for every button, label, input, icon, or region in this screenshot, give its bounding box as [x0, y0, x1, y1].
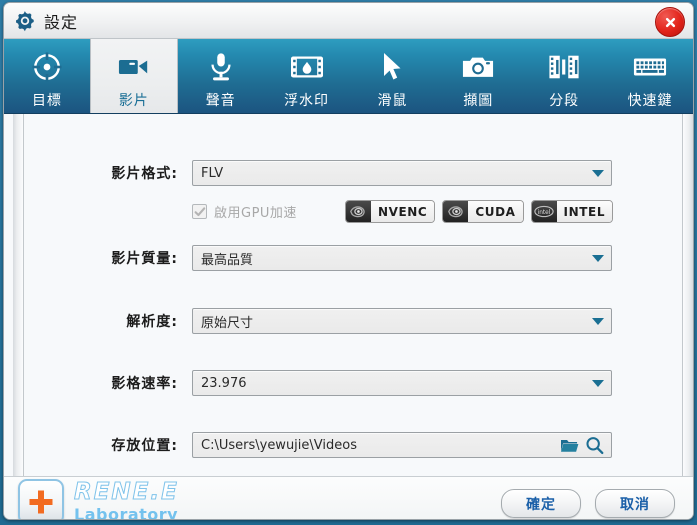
tab-segment[interactable]: 分段 [521, 39, 607, 113]
film-split-icon [548, 50, 580, 84]
cancel-button[interactable]: 取消 [595, 489, 675, 518]
svg-text:intel: intel [538, 210, 551, 216]
badge-intel: intel INTEL [530, 200, 614, 223]
dialog-buttons: 確定 取消 [501, 489, 675, 518]
video-format-label: 影片格式: [111, 166, 178, 182]
badge-label: NVENC [370, 201, 435, 222]
resolution-row: 解析度: 原始尺寸 [27, 308, 679, 334]
tab-label: 滑鼠 [377, 93, 408, 109]
save-location-value: C:\Users\yewujie\Videos [201, 437, 357, 453]
badge-nvenc: NVENC [344, 200, 436, 223]
tab-video[interactable]: 影片 [89, 39, 178, 113]
cursor-arrow-icon [381, 50, 403, 84]
target-icon [32, 50, 62, 84]
chevron-down-icon [585, 317, 611, 325]
panel-right-edge [682, 114, 693, 476]
tab-hotkeys[interactable]: 快速鍵 [607, 39, 693, 113]
keyboard-icon [633, 50, 667, 84]
gear-icon [14, 10, 36, 32]
tab-target[interactable]: 目標 [4, 39, 90, 113]
video-format-value: FLV [201, 165, 224, 181]
folder-open-icon[interactable] [560, 437, 579, 454]
resolution-value: 原始尺寸 [201, 315, 254, 331]
frame-rate-row: 影格速率: 23.976 [27, 370, 679, 396]
badge-label: CUDA [468, 201, 523, 222]
tab-label: 影片 [118, 93, 149, 109]
close-button[interactable] [655, 7, 685, 37]
tab-label: 快速鍵 [627, 93, 673, 109]
red-cross-key-icon [18, 479, 64, 519]
tab-label: 擷圖 [463, 93, 494, 109]
badge-cuda: CUDA [442, 200, 524, 223]
intel-logo-icon: intel [531, 201, 557, 222]
tab-label: 目標 [31, 93, 62, 109]
save-location-field[interactable]: C:\Users\yewujie\Videos [192, 432, 612, 458]
tab-label: 聲音 [205, 93, 236, 109]
tab-label: 分段 [549, 93, 580, 109]
frame-rate-label: 影格速率: [111, 376, 178, 392]
save-location-label: 存放位置: [111, 438, 178, 454]
chevron-down-icon [585, 379, 611, 387]
chevron-down-icon [585, 254, 611, 262]
chevron-down-icon [585, 169, 611, 177]
video-quality-label: 影片質量: [111, 251, 178, 267]
brand-name-primary: RENE.E [74, 479, 179, 505]
camera-icon [462, 50, 494, 84]
resolution-label: 解析度: [126, 314, 178, 330]
tab-mouse[interactable]: 滑鼠 [350, 39, 436, 113]
brand-logo: RENE.E Laboratory [18, 479, 179, 520]
settings-window: 設定 目標 影片 聲音 浮水印 滑鼠 擷圖 分段 快速鍵 影片格式: FLV 啟… [3, 2, 694, 520]
brand-name-secondary: Laboratory [74, 505, 179, 520]
check-icon [194, 206, 205, 216]
frame-rate-select[interactable]: 23.976 [192, 370, 612, 396]
badge-label: INTEL [556, 201, 613, 222]
save-location-row: 存放位置: C:\Users\yewujie\Videos [27, 432, 679, 458]
video-format-row: 影片格式: FLV [27, 160, 679, 186]
panel-left-edge [13, 114, 24, 476]
window-title: 設定 [44, 12, 79, 32]
nvidia-eye-icon [345, 201, 371, 222]
microphone-icon [208, 50, 234, 84]
ok-button[interactable]: 確定 [501, 489, 581, 518]
footer-bar: RENE.E Laboratory 確定 取消 [4, 476, 693, 520]
tab-bar: 目標 影片 聲音 浮水印 滑鼠 擷圖 分段 快速鍵 [4, 39, 693, 114]
screenshot-root: 設定 目標 影片 聲音 浮水印 滑鼠 擷圖 分段 快速鍵 影片格式: FLV 啟… [0, 0, 697, 525]
checkbox-box [192, 204, 207, 219]
gpu-badges: NVENC CUDA intel INTEL [344, 200, 614, 223]
gpu-checkbox[interactable]: 啟用GPU加速 [192, 202, 297, 221]
tab-label: 浮水印 [284, 93, 330, 109]
gpu-acceleration-row: 啟用GPU加速 NVENC CUDA intel INTEL [192, 200, 614, 223]
video-quality-value: 最高品質 [201, 252, 254, 268]
settings-content: 影片格式: FLV 啟用GPU加速 NVENC CUDA intel INTEL… [4, 114, 693, 476]
tab-watermark[interactable]: 浮水印 [264, 39, 350, 113]
resolution-select[interactable]: 原始尺寸 [192, 308, 612, 334]
video-quality-select[interactable]: 最高品質 [192, 245, 612, 271]
nvidia-eye-icon [443, 201, 469, 222]
magnifier-icon[interactable] [585, 436, 604, 455]
close-icon [665, 17, 675, 27]
watermark-film-icon [290, 50, 323, 84]
title-bar: 設定 [4, 3, 693, 39]
frame-rate-value: 23.976 [201, 375, 247, 391]
tab-sound[interactable]: 聲音 [178, 39, 264, 113]
tab-capture[interactable]: 擷圖 [435, 39, 521, 113]
video-camera-icon [118, 50, 150, 84]
video-quality-row: 影片質量: 最高品質 [27, 245, 679, 271]
video-format-select[interactable]: FLV [192, 160, 612, 186]
gpu-checkbox-label: 啟用GPU加速 [214, 206, 297, 221]
